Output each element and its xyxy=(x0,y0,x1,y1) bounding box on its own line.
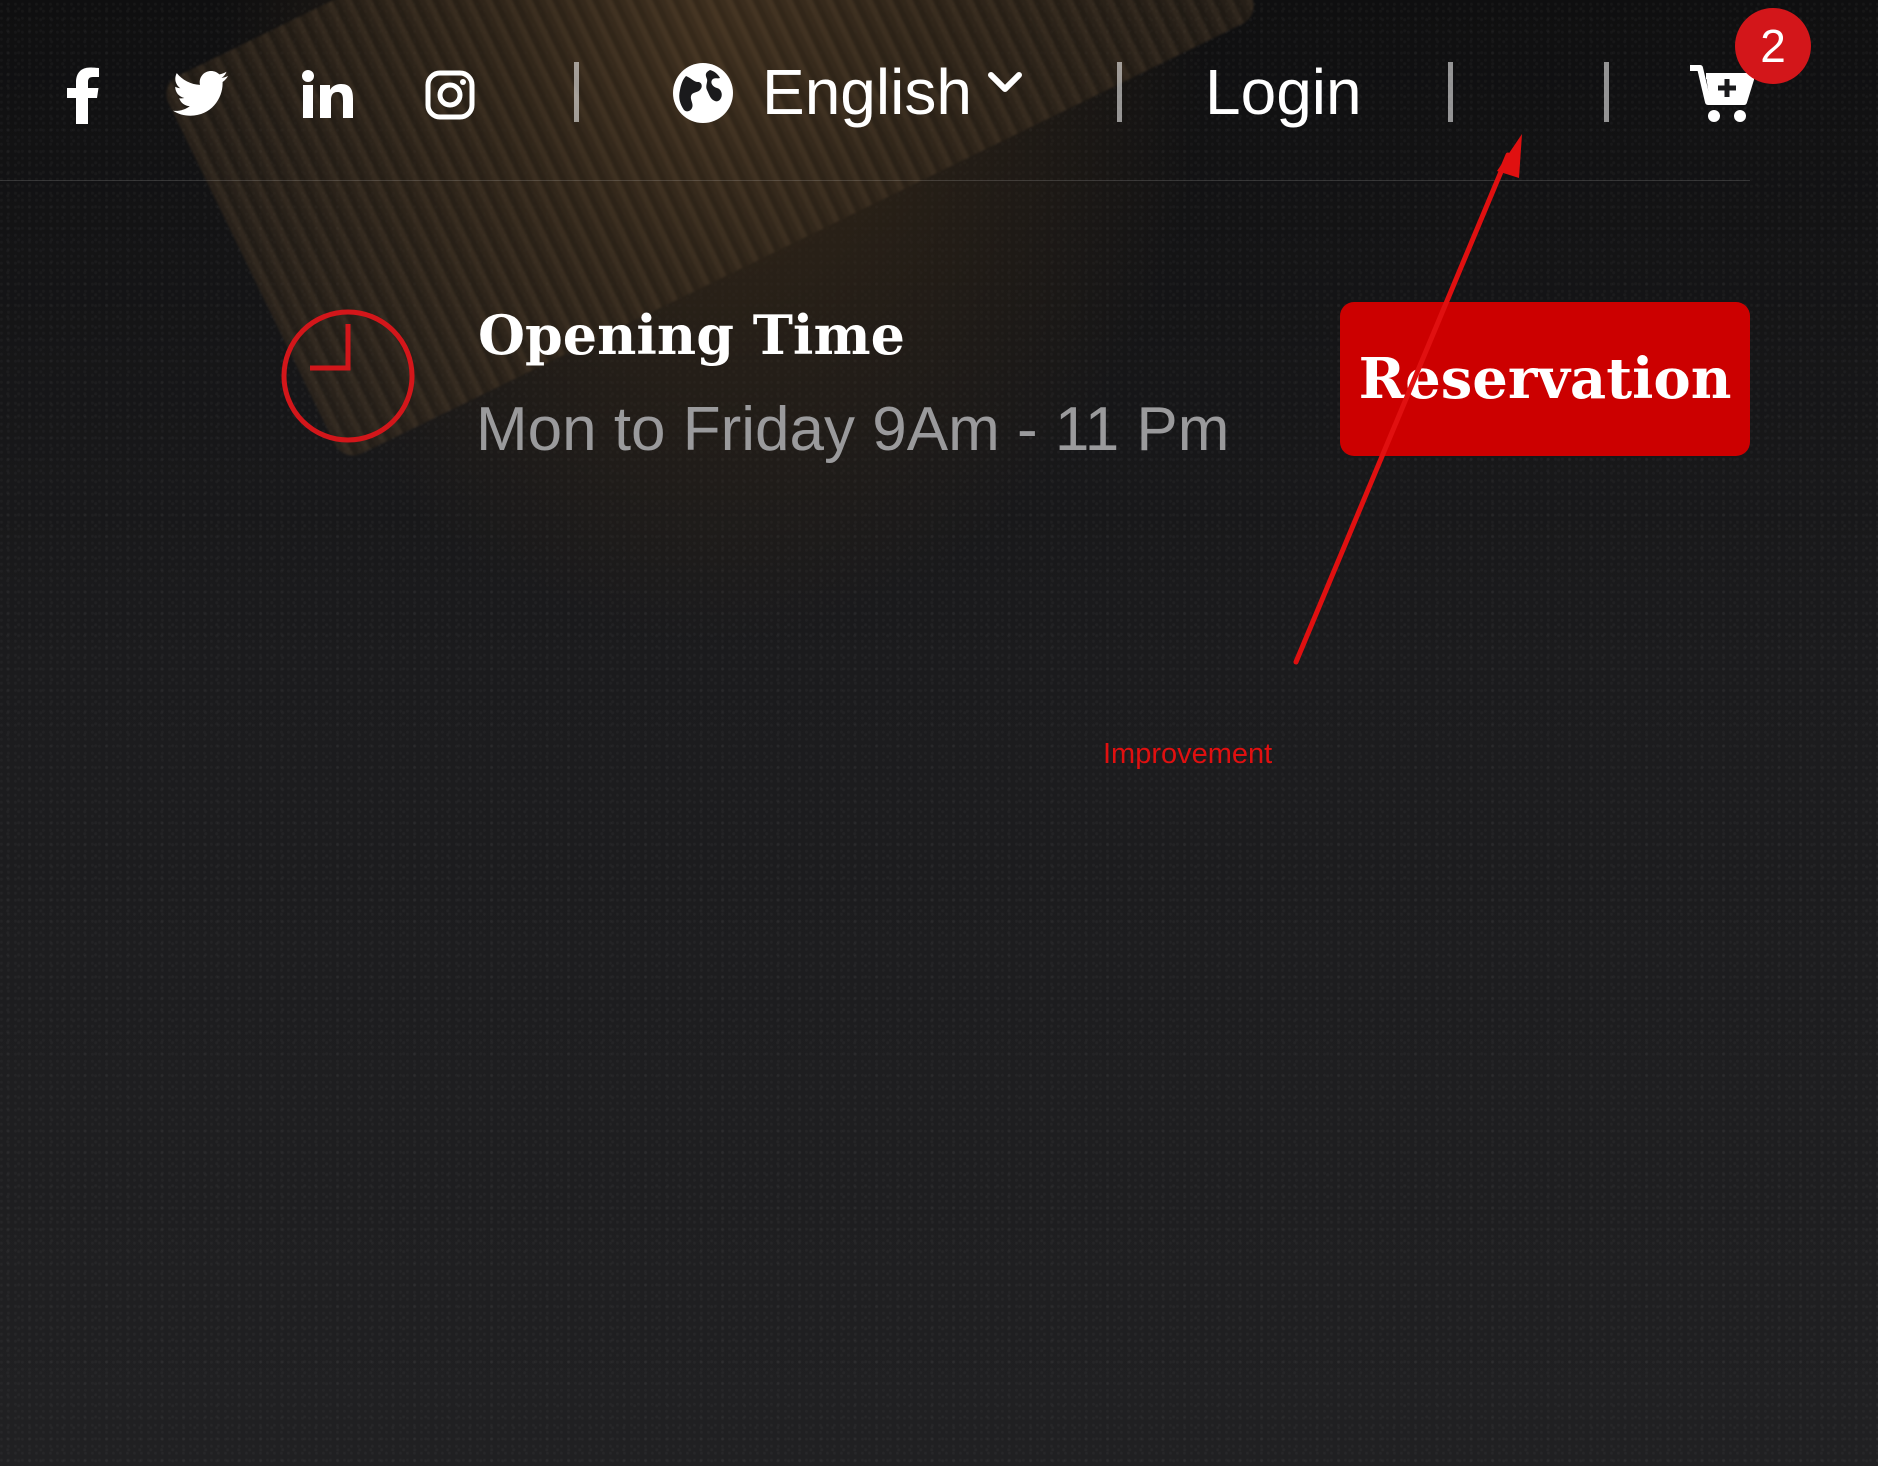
opening-hours: Mon to Friday 9Am - 11 Pm xyxy=(476,395,1230,464)
top-bar: English Login 2 xyxy=(0,0,1811,181)
login-link[interactable]: Login xyxy=(1205,52,1362,132)
instagram-icon[interactable] xyxy=(425,70,475,120)
separator xyxy=(574,62,579,122)
linkedin-icon[interactable] xyxy=(302,70,354,118)
separator xyxy=(1604,62,1609,122)
facebook-icon[interactable] xyxy=(62,66,102,124)
clock-icon xyxy=(280,308,416,449)
reservation-button[interactable]: Reservation xyxy=(1340,302,1750,456)
language-selector[interactable]: English xyxy=(762,52,972,132)
separator xyxy=(1117,62,1122,122)
twitter-icon[interactable] xyxy=(173,70,229,118)
chevron-down-icon[interactable] xyxy=(988,72,1022,94)
globe-icon xyxy=(672,62,734,124)
annotation-label: Improvement xyxy=(1103,738,1273,770)
cart-count-badge: 2 xyxy=(1735,8,1811,84)
separator xyxy=(1448,62,1453,122)
cart-icon[interactable] xyxy=(1688,64,1754,124)
opening-time-title: Opening Time xyxy=(478,303,905,367)
